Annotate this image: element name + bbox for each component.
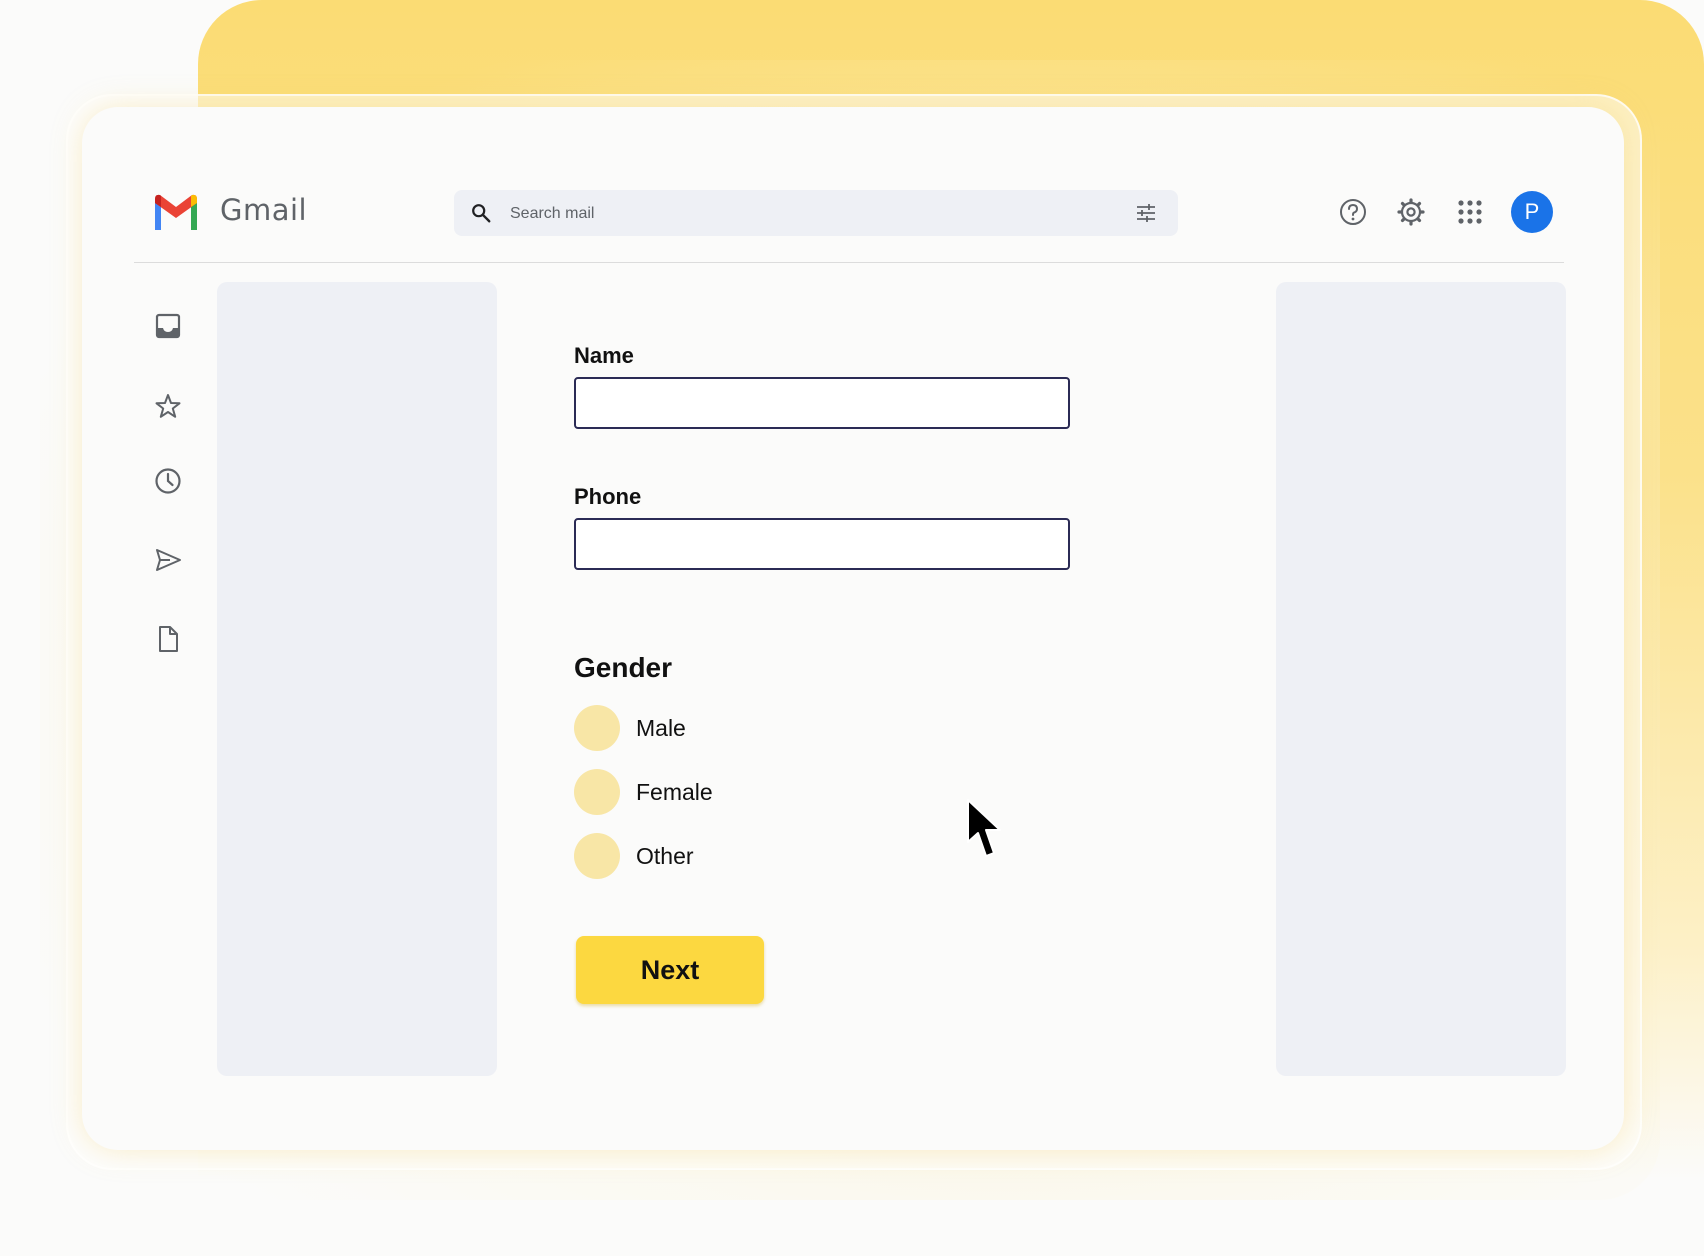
app-title: Gmail: [220, 193, 308, 227]
radio-button[interactable]: [574, 705, 620, 751]
header-divider: [134, 262, 1564, 263]
phone-label: Phone: [574, 484, 642, 509]
gender-heading: Gender: [574, 652, 673, 683]
search-icon[interactable]: [470, 202, 492, 224]
document-icon[interactable]: [154, 625, 182, 653]
name-field[interactable]: [574, 377, 1070, 429]
star-icon[interactable]: [154, 392, 182, 420]
inbox-icon[interactable]: [154, 312, 182, 340]
left-panel: [217, 282, 497, 1076]
next-button[interactable]: Next: [576, 936, 764, 1004]
search-bar[interactable]: [454, 190, 1178, 238]
radio-label: Other: [636, 843, 694, 869]
name-label: Name: [574, 343, 634, 368]
radio-label: Female: [636, 779, 713, 805]
radio-button[interactable]: [574, 833, 620, 879]
radio-button[interactable]: [574, 769, 620, 815]
phone-field[interactable]: [574, 518, 1070, 570]
mouse-cursor-icon: [967, 799, 1001, 857]
right-panel: [1276, 282, 1566, 1076]
radio-label: Male: [636, 715, 686, 741]
search-input[interactable]: [508, 190, 1072, 238]
help-icon[interactable]: [1338, 197, 1368, 227]
account-avatar[interactable]: P: [1511, 191, 1553, 233]
settings-icon[interactable]: [1396, 197, 1426, 227]
search-options-icon[interactable]: [1136, 203, 1156, 223]
gmail-logo-icon[interactable]: [152, 193, 200, 231]
clock-icon[interactable]: [154, 467, 182, 495]
apps-grid-icon[interactable]: [1455, 197, 1485, 227]
send-icon[interactable]: [154, 546, 182, 574]
